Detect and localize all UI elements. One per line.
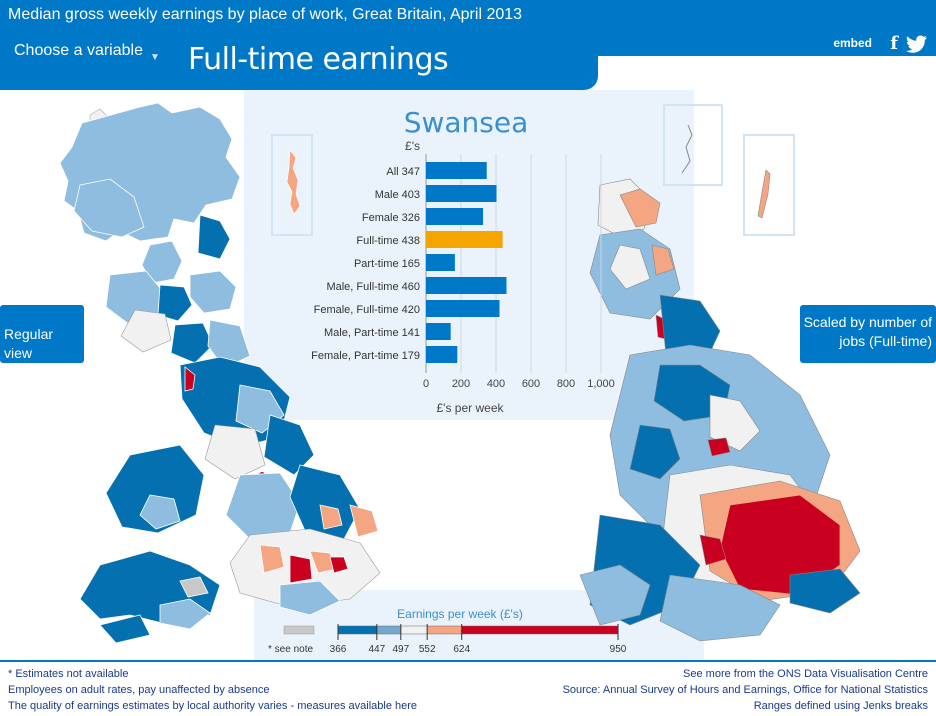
bar[interactable] — [426, 346, 458, 363]
x-tick-label: 0 — [423, 378, 429, 390]
x-tick-label: 400 — [487, 378, 505, 390]
bar-label: Female, Full-time 420 — [314, 304, 420, 316]
scaled-view-button[interactable]: Scaled by number of jobs (Full-time) — [800, 305, 936, 363]
note-employees: Employees on adult rates, pay unaffected… — [8, 684, 270, 696]
source-text: Source: Annual Survey of Hours and Earni… — [562, 684, 928, 696]
bar[interactable] — [426, 208, 484, 225]
legend-break-label: 552 — [419, 644, 436, 655]
chart-title: Swansea — [404, 106, 529, 139]
bar-label: Male, Full-time 460 — [326, 281, 420, 293]
x-tick-label: 1,000 — [587, 378, 615, 390]
legend-title: Earnings per week (£'s) — [397, 607, 523, 621]
legend-break-label: 624 — [453, 644, 470, 655]
footer: * Estimates not available Employees on a… — [0, 660, 936, 716]
legend-na-swatch — [283, 625, 315, 635]
bar[interactable] — [426, 300, 500, 317]
bar-chart: Swansea £'s £'s per week All 347 Male 403… — [311, 106, 615, 415]
x-tick-label: 600 — [522, 378, 540, 390]
chevron-down-icon[interactable]: ▼ — [150, 52, 160, 63]
bar-label: Full-time 438 — [356, 235, 420, 247]
regular-view-button[interactable]: Regular view — [0, 305, 84, 363]
variable-selector[interactable]: Choose a variable ▼ Full-time earnings — [0, 30, 598, 90]
bar-label: Female 326 — [362, 212, 420, 224]
x-tick-label: 200 — [452, 378, 470, 390]
bar-label: Part-time 165 — [354, 258, 420, 270]
legend-na-label: * see note — [268, 644, 313, 655]
bar[interactable] — [426, 185, 497, 202]
legend-break-label: 497 — [392, 644, 409, 655]
bar[interactable] — [426, 277, 507, 294]
facebook-icon[interactable]: f — [890, 33, 898, 54]
legend-swatch — [461, 625, 619, 635]
note-estimates: * Estimates not available — [8, 668, 129, 680]
jenks-note: Ranges defined using Jenks breaks — [753, 700, 928, 712]
ons-link[interactable]: See more from the ONS Data Visualisation… — [683, 666, 928, 682]
bar[interactable] — [426, 323, 451, 340]
x-tick-label: 800 — [557, 378, 575, 390]
map-legend: Earnings per week (£'s) * see note 366 44… — [268, 607, 627, 655]
chart-y-label: £'s — [405, 139, 420, 153]
bar-label: All 347 — [386, 166, 420, 178]
legend-swatch — [376, 625, 402, 635]
legend-break-label: 950 — [610, 644, 627, 655]
page-title: Median gross weekly earnings by place of… — [0, 0, 936, 30]
variable-title: Full-time earnings — [188, 42, 449, 77]
legend-swatch — [400, 625, 428, 635]
bar-label: Male 403 — [375, 189, 420, 201]
embed-link[interactable]: embed — [833, 36, 872, 50]
legend-break-label: 447 — [368, 644, 385, 655]
quality-link[interactable]: The quality of earnings estimates by loc… — [8, 698, 417, 714]
legend-break-label: 366 — [330, 644, 347, 655]
bar-label: Male, Part-time 141 — [324, 327, 420, 339]
legend-swatch — [426, 625, 462, 635]
legend-swatch — [337, 625, 378, 635]
choose-variable-label[interactable]: Choose a variable — [14, 40, 144, 62]
bar-label: Female, Part-time 179 — [311, 350, 420, 362]
bar[interactable] — [426, 254, 455, 271]
bar[interactable] — [426, 231, 503, 248]
twitter-icon[interactable] — [906, 35, 928, 58]
chart-x-label: £'s per week — [437, 401, 505, 415]
bar[interactable] — [426, 162, 487, 179]
